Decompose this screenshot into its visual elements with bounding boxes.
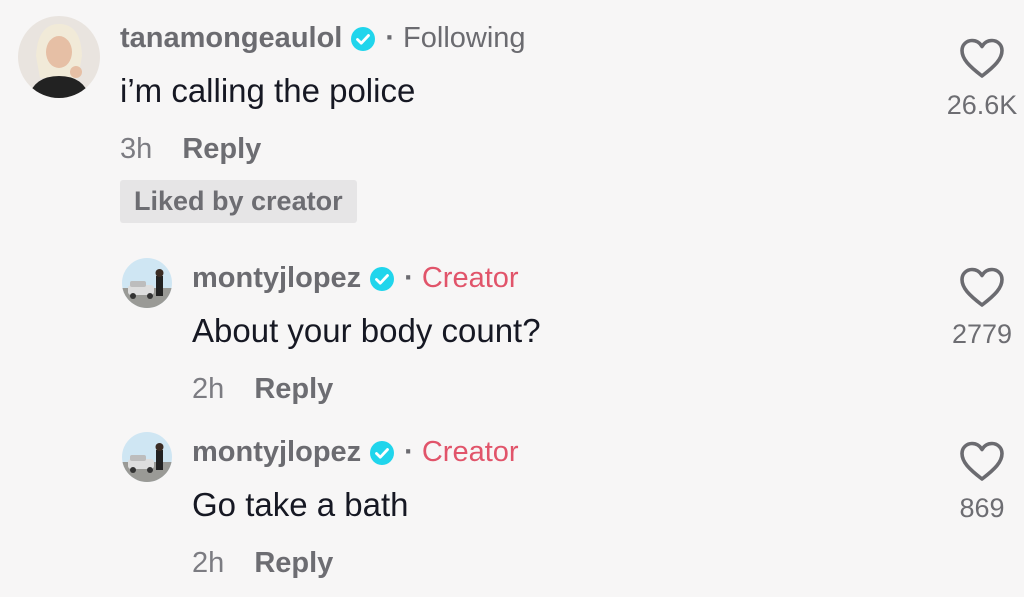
creator-tag: Creator — [421, 436, 519, 468]
comment-meta: 2h Reply — [192, 373, 333, 406]
comment-text: About your body count? — [192, 312, 541, 349]
verified-check-icon — [370, 266, 395, 291]
heart-outline-icon[interactable] — [959, 267, 1005, 309]
reply-button[interactable]: Reply — [254, 547, 333, 579]
heart-outline-icon[interactable] — [959, 38, 1005, 80]
comment-text: Go take a bath — [192, 486, 409, 523]
comment-time: 3h — [120, 133, 153, 165]
heart-outline-icon[interactable] — [959, 441, 1005, 483]
comment-meta: 2h Reply — [192, 547, 333, 580]
reply-button[interactable]: Reply — [182, 133, 261, 165]
comment-username[interactable]: tanamongeaulol — [120, 22, 342, 55]
comment-username[interactable]: montyjlopez — [192, 262, 361, 295]
following-tag: Following — [403, 22, 526, 54]
like-count: 26.6K — [946, 90, 1018, 120]
separator-dot: · — [404, 262, 414, 294]
like-group: 2779 — [932, 267, 1024, 350]
avatar-image — [122, 432, 172, 482]
separator-dot: · — [404, 436, 414, 468]
like-count: 869 — [959, 493, 1005, 523]
comment-time: 2h — [192, 547, 225, 579]
comment-time: 2h — [192, 373, 225, 405]
avatar-image — [122, 258, 172, 308]
separator-dot: · — [385, 22, 396, 54]
creator-tag: Creator — [421, 262, 519, 294]
comment-text: i’m calling the police — [120, 72, 416, 109]
avatar-image — [18, 16, 100, 98]
comment-meta: 3h Reply — [120, 133, 261, 166]
reply-button[interactable]: Reply — [254, 373, 333, 405]
avatar[interactable] — [122, 432, 172, 482]
like-group: 869 — [932, 441, 1024, 524]
comment-username[interactable]: montyjlopez — [192, 436, 361, 469]
verified-check-icon — [370, 440, 395, 465]
liked-by-creator-badge: Liked by creator — [120, 180, 357, 223]
like-group: 26.6K — [932, 38, 1024, 121]
verified-check-icon — [351, 26, 376, 51]
avatar[interactable] — [122, 258, 172, 308]
like-count: 2779 — [951, 319, 1013, 349]
avatar[interactable] — [18, 16, 100, 98]
